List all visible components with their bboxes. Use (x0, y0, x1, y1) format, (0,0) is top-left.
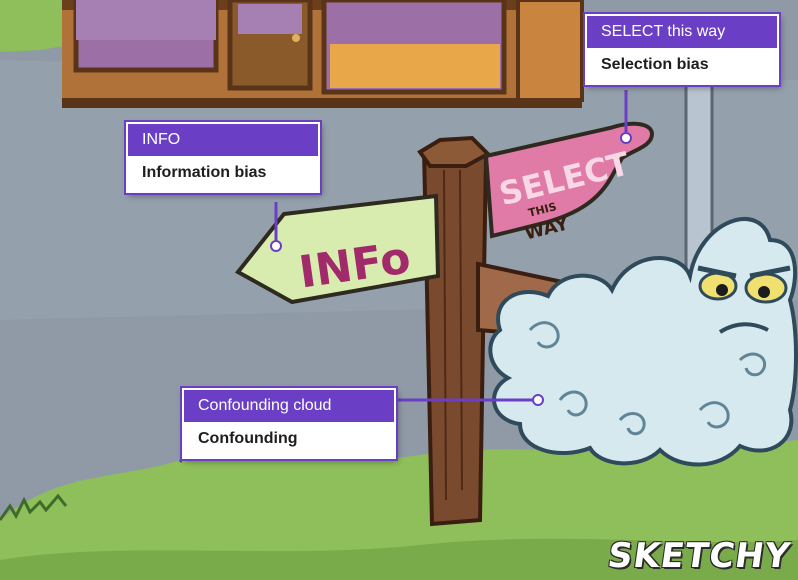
select-callout-title: SELECT this way (587, 16, 777, 48)
select-pointer-dot (620, 132, 632, 144)
confounding-callout-label: Confounding (184, 422, 394, 457)
select-callout[interactable]: SELECT this way Selection bias (585, 14, 779, 85)
confounding-pointer-dot (532, 394, 544, 406)
grass-top-left (0, 0, 70, 52)
illustration-scene: INFo SELECT THIS WAY (0, 0, 798, 580)
select-callout-label: Selection bias (587, 48, 777, 83)
building (62, 0, 584, 108)
confounding-callout[interactable]: Confounding cloud Confounding (182, 388, 396, 459)
brand-logo: SKETCHY (604, 536, 793, 576)
info-callout-label: Information bias (128, 156, 318, 191)
info-callout[interactable]: INFO Information bias (126, 122, 320, 193)
info-callout-title: INFO (128, 124, 318, 156)
confounding-callout-title: Confounding cloud (184, 390, 394, 422)
info-pointer-dot (270, 240, 282, 252)
